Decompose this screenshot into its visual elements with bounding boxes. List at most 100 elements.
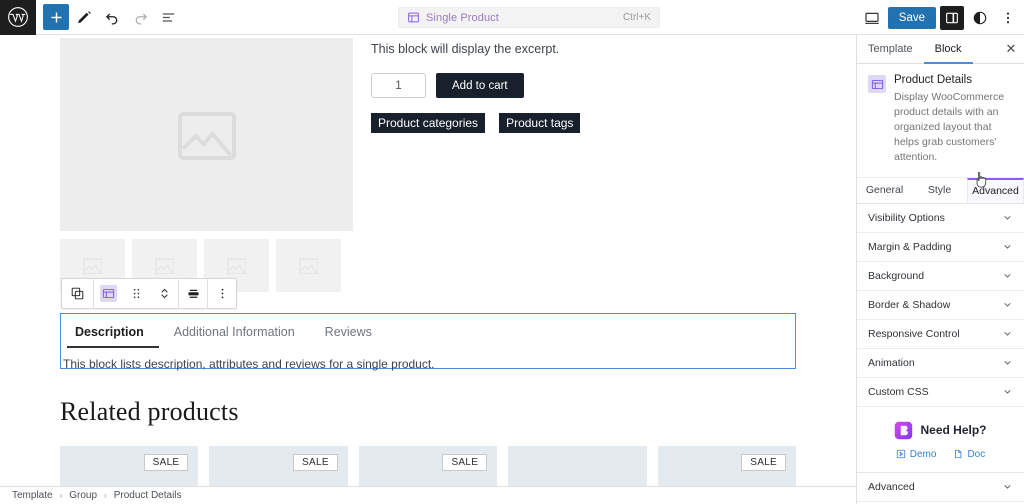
post-content: This block will display the excerpt. Add… [0, 35, 856, 486]
tab-template[interactable]: Template [857, 35, 924, 64]
tab-additional-information[interactable]: Additional Information [159, 325, 310, 348]
product-card[interactable]: SALE [657, 446, 797, 486]
save-button[interactable]: Save [887, 6, 936, 29]
product-illustration [508, 478, 646, 486]
panel-margin-padding[interactable]: Margin & Padding [857, 233, 1024, 262]
demo-link-label: Demo [909, 448, 937, 460]
panel-advanced[interactable]: Advanced [857, 473, 1024, 502]
template-icon [407, 11, 420, 24]
panel-background[interactable]: Background [857, 262, 1024, 291]
product-card[interactable]: SALE [358, 446, 498, 486]
sidebar-subtabs: General Style Advanced [857, 177, 1024, 204]
undo-button[interactable] [99, 4, 125, 30]
product-tabs-nav: Description Additional Information Revie… [61, 325, 795, 348]
need-help-panel: Need Help? Demo Doc [857, 407, 1024, 473]
panel-border-shadow[interactable]: Border & Shadow [857, 291, 1024, 320]
tab-block[interactable]: Block [924, 35, 973, 64]
redo-button[interactable] [127, 4, 153, 30]
styles-contrast-icon[interactable] [968, 6, 992, 30]
breadcrumb-item-group[interactable]: Group [69, 490, 97, 501]
image-placeholder-icon [154, 257, 175, 274]
panel-label: Border & Shadow [868, 298, 951, 311]
essential-blocks-logo-icon [894, 421, 913, 440]
product-categories-chip[interactable]: Product categories [371, 113, 486, 133]
move-up-down-icon[interactable] [150, 279, 178, 308]
chevron-down-icon [1002, 270, 1013, 281]
panel-label: Background [868, 269, 925, 282]
image-placeholder-icon [82, 257, 103, 274]
panel-responsive-control[interactable]: Responsive Control [857, 320, 1024, 349]
breadcrumb-separator: › [104, 491, 107, 500]
add-to-cart-button[interactable]: Add to cart [436, 73, 524, 98]
panel-label: Margin & Padding [868, 240, 952, 253]
chevron-down-icon [1002, 386, 1013, 397]
block-info: Product Details Display WooCommerce prod… [857, 64, 1024, 178]
product-card[interactable]: SALE [60, 446, 199, 486]
mouse-cursor-pointer-icon [974, 171, 988, 188]
more-options-icon[interactable] [208, 279, 236, 308]
chevron-down-icon [1002, 299, 1013, 310]
desktop-preview-icon[interactable] [860, 6, 884, 30]
panel-label: Advanced [868, 480, 915, 493]
product-details-block-icon [868, 75, 886, 93]
sale-badge: SALE [143, 454, 189, 471]
breadcrumb-item-template[interactable]: Template [12, 490, 53, 501]
product-tabs-block-selected[interactable]: Description Additional Information Revie… [60, 313, 796, 371]
settings-sidebar-icon[interactable] [940, 5, 964, 30]
settings-sidebar: Template Block ✕ Product Details Display… [856, 35, 1024, 504]
command-bar[interactable]: Single Product Ctrl+K [398, 7, 660, 28]
panel-visibility-options[interactable]: Visibility Options [857, 204, 1024, 233]
top-bar-actions: Save [860, 0, 1020, 35]
wordpress-logo-icon[interactable] [0, 0, 36, 35]
close-icon[interactable]: ✕ [998, 36, 1024, 62]
subtab-general[interactable]: General [857, 177, 912, 203]
align-icon[interactable] [179, 279, 207, 308]
tab-description[interactable]: Description [67, 325, 159, 348]
edit-tool-button[interactable] [71, 4, 97, 30]
product-tags-chip[interactable]: Product tags [499, 113, 581, 133]
breadcrumb-item-product-details[interactable]: Product Details [114, 490, 182, 501]
demo-icon [896, 449, 905, 459]
panel-label: Animation [868, 356, 915, 369]
product-card[interactable]: SALE [209, 446, 348, 486]
add-to-cart-row: Add to cart [371, 73, 580, 98]
block-editor-app: Single Product Ctrl+K Save This block wi… [0, 0, 1024, 504]
chevron-down-icon [1002, 328, 1013, 339]
more-options-icon[interactable] [996, 6, 1020, 30]
tab-reviews[interactable]: Reviews [310, 325, 387, 348]
product-gallery[interactable] [60, 38, 353, 292]
block-toolbar [61, 278, 237, 309]
panel-label: Responsive Control [868, 327, 960, 340]
chevron-down-icon [1002, 212, 1013, 223]
breadcrumb-separator: › [59, 491, 63, 500]
product-details-block-icon[interactable] [94, 279, 122, 308]
sale-badge: SALE [741, 454, 787, 471]
add-block-button[interactable] [43, 4, 69, 30]
chevron-down-icon [1002, 241, 1013, 252]
select-parent-icon[interactable] [62, 279, 93, 308]
drag-handle-icon[interactable] [122, 279, 150, 308]
need-help-title: Need Help? [920, 423, 987, 438]
product-summary: This block will display the excerpt. Add… [371, 38, 581, 292]
block-title: Product Details [894, 74, 972, 86]
list-view-button[interactable] [155, 4, 181, 30]
related-products-row: SALE SALE SALE SALE [60, 446, 797, 486]
command-bar-shortcut: Ctrl+K [622, 12, 651, 23]
sidebar-tabs: Template Block ✕ [857, 35, 1024, 64]
doc-icon [955, 449, 962, 459]
subtab-style[interactable]: Style [912, 177, 967, 203]
quantity-input[interactable] [371, 73, 426, 98]
panel-animation[interactable]: Animation [857, 349, 1024, 378]
chevron-down-icon [1002, 357, 1013, 368]
panel-label: Visibility Options [868, 211, 945, 224]
product-thumbnail[interactable] [276, 239, 341, 292]
product-main-image-placeholder[interactable] [60, 38, 353, 231]
product-illustration [658, 478, 796, 486]
demo-link[interactable]: Demo [896, 448, 937, 460]
sale-badge: SALE [442, 454, 488, 471]
panel-label: Custom CSS [868, 385, 929, 398]
panel-custom-css[interactable]: Custom CSS [857, 378, 1024, 407]
top-bar-tools [36, 4, 181, 30]
product-card[interactable] [508, 446, 647, 486]
doc-link[interactable]: Doc [953, 449, 985, 460]
